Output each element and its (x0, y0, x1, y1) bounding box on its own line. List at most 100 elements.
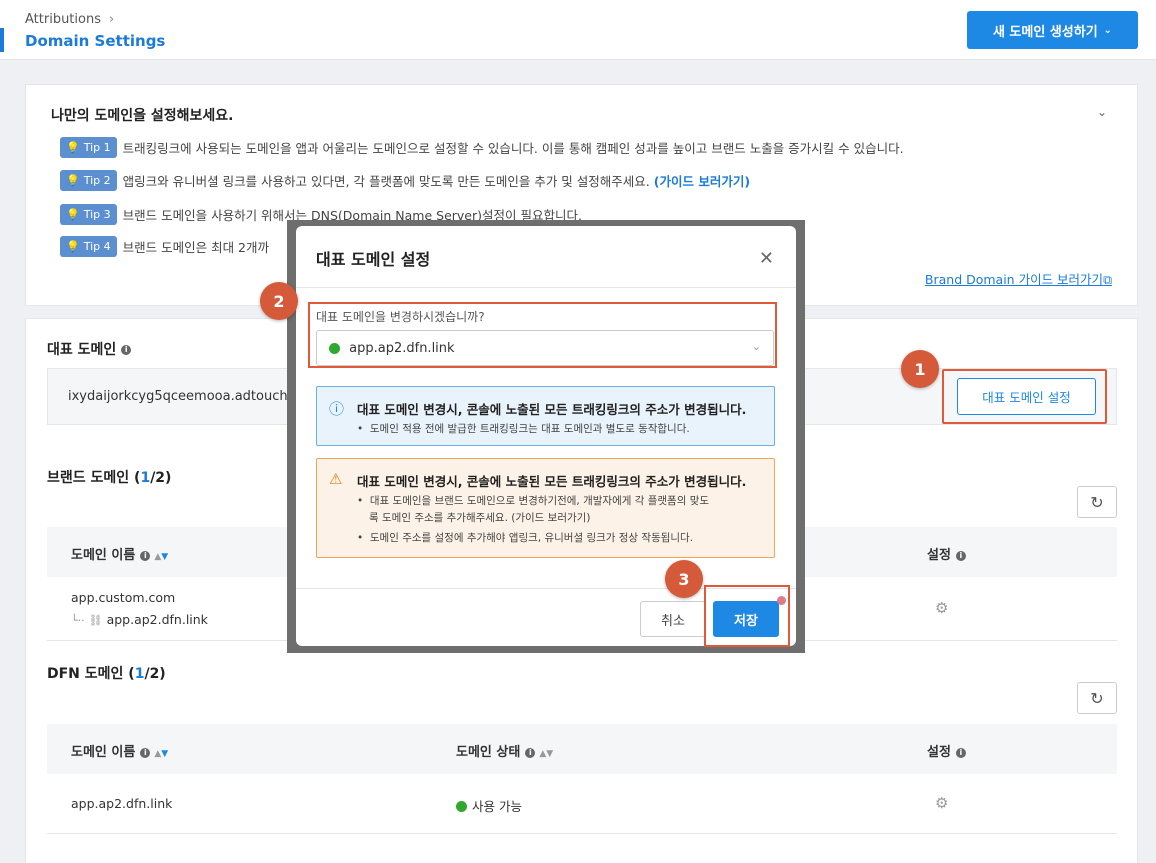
step-badge: 3 (665, 560, 703, 598)
tip-badge-label: Tip 1 (83, 141, 111, 154)
tip-row: 💡 Tip 4 브랜드 도메인은 최대 2개까 (60, 236, 269, 257)
col-domain-name-label: 도메인 이름 (71, 745, 136, 760)
chevron-down-icon: ⌄ (751, 340, 761, 353)
breadcrumb-item[interactable]: Attributions (25, 12, 101, 27)
col-domain-status-label: 도메인 상태 (456, 745, 521, 760)
col-domain-name[interactable]: 도메인 이름 i ▲▼ (71, 741, 168, 760)
dfn-table-header: 도메인 이름 i ▲▼ 도메인 상태 i ▲▼ 설정 i (47, 724, 1117, 774)
table-row: app.ap2.dfn.link 사용 가능 ⚙ (47, 774, 1117, 834)
col-domain-name-label: 도메인 이름 (71, 548, 136, 563)
link-icon: ⛓ (88, 614, 103, 627)
cursor-indicator (777, 596, 786, 605)
change-question-label: 대표 도메인을 변경하시겠습니까? (316, 310, 485, 324)
col-settings: 설정 i (927, 544, 966, 563)
brand-refresh-button[interactable]: ↻ (1077, 486, 1117, 518)
dfn-title-label: DFN 도메인 (47, 666, 124, 682)
info-icon[interactable]: i (955, 747, 966, 758)
representative-title-label: 대표 도메인 (47, 342, 117, 358)
gear-icon[interactable]: ⚙ (935, 794, 948, 812)
lightbulb-icon: 💡 (66, 141, 80, 154)
info-notice-bullet-text: 도메인 적용 전에 발급한 트래킹링크는 대표 도메인과 별도로 동작합니다. (369, 423, 690, 435)
modal-header: 대표 도메인 설정 ✕ (296, 226, 796, 288)
info-notice-title: 대표 도메인 변경시, 콘솔에 노출된 모든 트래킹링크의 주소가 변경됩니다. (357, 402, 747, 417)
dfn-max: /2) (144, 666, 166, 682)
active-indicator (0, 28, 4, 52)
warning-notice: ⚠ 대표 도메인 변경시, 콘솔에 노출된 모든 트래킹링크의 주소가 변경됩니… (316, 458, 775, 558)
tip-row: 💡 Tip 1 트래킹링크에 사용되는 도메인을 앱과 어울리는 도메인으로 설정할… (60, 137, 904, 158)
brand-domain-title: 브랜드 도메인 (1/2) (47, 470, 172, 486)
info-icon[interactable]: i (140, 550, 151, 561)
warning-triangle-icon: ⚠ (329, 470, 343, 488)
info-circle-icon: ⓘ (329, 400, 345, 418)
info-icon[interactable]: i (525, 747, 536, 758)
tips-title: 나만의 도메인을 설정해보세요. (51, 108, 234, 124)
external-link-icon: ⧉ (1103, 272, 1112, 287)
page-title: Domain Settings (25, 32, 166, 50)
dfn-domain-title: DFN 도메인 (1/2) (47, 666, 166, 682)
set-representative-button[interactable]: 대표 도메인 설정 (957, 378, 1096, 415)
dfn-domain-name: app.ap2.dfn.link (71, 796, 173, 811)
new-domain-button[interactable]: 새 도메인 생성하기 ⌄ (967, 11, 1138, 49)
tip-badge: 💡 Tip 3 (60, 204, 117, 225)
dfn-count: 1 (134, 666, 145, 682)
tip-text: 브랜드 도메인은 최대 2개까 (122, 240, 269, 255)
tree-connector-icon: └·· (71, 614, 85, 627)
col-domain-name[interactable]: 도메인 이름 i ▲▼ (71, 544, 168, 563)
highlight-box (704, 585, 790, 647)
step-badge: 1 (901, 350, 939, 388)
brand-domain-guide-link[interactable]: Brand Domain 가이드 보러가기⧉ (925, 269, 1112, 288)
new-domain-button-label: 새 도메인 생성하기 (992, 24, 1098, 40)
tip-text: 트래킹링크에 사용되는 도메인을 앱과 어울리는 도메인으로 설정할 수 있습니… (122, 141, 904, 156)
warning-notice-bullet-cont: 록 도메인 주소를 추가해주세요. (가이드 보러가기) (369, 512, 591, 524)
lightbulb-icon: 💡 (66, 208, 80, 221)
chevron-down-icon: ⌄ (1103, 24, 1113, 36)
warning-bullet-text: 대표 도메인을 브랜드 도메인으로 변경하기전에, 개발자에게 각 플랫폼의 맞… (369, 495, 710, 507)
tip-row: 💡 Tip 2 앱링크와 유니버셜 링크를 사용하고 있다면, 각 플랫폼에 맞도록… (60, 170, 750, 191)
representative-title: 대표 도메인 i (47, 339, 132, 359)
info-icon[interactable]: i (955, 550, 966, 561)
guide-link-label: Brand Domain 가이드 보러가기 (924, 272, 1104, 287)
col-domain-status[interactable]: 도메인 상태 i ▲▼ (456, 741, 553, 760)
brand-max: /2) (150, 470, 172, 486)
brand-title-label: 브랜드 도메인 (47, 470, 130, 486)
warning-notice-bullet: • 대표 도메인을 브랜드 도메인으로 변경하기전에, 개발자에게 각 플랫폼의… (357, 495, 710, 507)
col-settings-label: 설정 (927, 548, 951, 563)
warning-notice-bullet: • 도메인 주소를 설정에 추가해야 앱링크, 유니버셜 링크가 정상 작동됩니… (357, 532, 694, 544)
warning-bullet-text: 도메인 주소를 설정에 추가해야 앱링크, 유니버셜 링크가 정상 작동됩니다. (369, 532, 694, 544)
col-settings-label: 설정 (927, 745, 951, 760)
tip-text: 앱링크와 유니버셜 링크를 사용하고 있다면, 각 플랫폼에 맞도록 만든 도메… (122, 174, 650, 189)
representative-domain-value: ixydaijorkcyg5qceemooa.adtouch.ad (68, 389, 308, 404)
status-dot (329, 342, 340, 354)
sort-icon[interactable]: ▲▼ (154, 749, 168, 759)
breadcrumb[interactable]: Attributions › (25, 12, 114, 27)
linked-dfn-domain: └·· ⛓ app.ap2.dfn.link (71, 612, 208, 627)
dfn-refresh-button[interactable]: ↻ (1077, 682, 1117, 714)
domain-select[interactable]: app.ap2.dfn.link ⌄ (316, 330, 774, 366)
domain-select-value: app.ap2.dfn.link (349, 340, 455, 356)
top-header: Attributions › Domain Settings 새 도메인 생성하기… (0, 0, 1156, 60)
close-icon[interactable]: ✕ (759, 248, 774, 269)
tip-badge-label: Tip 3 (83, 208, 111, 221)
lightbulb-icon: 💡 (66, 240, 80, 253)
tip-badge: 💡 Tip 2 (60, 170, 117, 191)
collapse-icon[interactable]: ⌄ (1097, 105, 1107, 119)
tip-badge-label: Tip 2 (83, 174, 111, 187)
tip-badge: 💡 Tip 1 (60, 137, 117, 158)
refresh-icon: ↻ (1090, 688, 1104, 708)
tip-badge: 💡 Tip 4 (60, 236, 117, 257)
lightbulb-icon: 💡 (66, 174, 80, 187)
sort-icon[interactable]: ▲▼ (539, 749, 553, 759)
info-icon[interactable]: i (140, 747, 151, 758)
info-icon[interactable]: i (121, 345, 132, 355)
warning-notice-title: 대표 도메인 변경시, 콘솔에 노출된 모든 트래킹링크의 주소가 변경됩니다. (357, 474, 747, 489)
sort-icon[interactable]: ▲▼ (154, 552, 168, 562)
cancel-button[interactable]: 취소 (640, 601, 706, 637)
dfn-domain-status-label: 사용 가능 (472, 799, 522, 814)
gear-icon[interactable]: ⚙ (935, 599, 948, 617)
info-notice: ⓘ 대표 도메인 변경시, 콘솔에 노출된 모든 트래킹링크의 주소가 변경됩니… (316, 386, 775, 446)
step-badge: 2 (260, 282, 298, 320)
linked-dfn-domain-label: app.ap2.dfn.link (106, 612, 208, 627)
status-dot (456, 801, 467, 812)
refresh-icon: ↻ (1090, 492, 1104, 512)
guide-link[interactable]: (가이드 보러가기) (654, 171, 750, 190)
